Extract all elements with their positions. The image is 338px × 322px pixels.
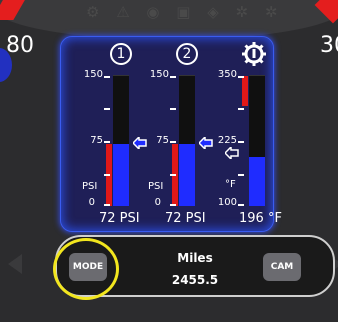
speed-scale-left: 80 <box>6 33 34 58</box>
gauge-1-tick-0: 0 <box>88 197 95 208</box>
temp-tick-mark <box>238 141 244 143</box>
gauge-1-tick-75: 75 <box>90 135 103 146</box>
temp-tick-100: 100 <box>217 197 237 208</box>
gauge-2-tick-mark <box>170 76 176 78</box>
pressure-gauge-2: 2 150 75 PSI 0 72 PSI <box>148 41 219 231</box>
temp-tick-mark <box>238 174 244 176</box>
gauge-2-track <box>172 75 195 206</box>
temp-track <box>242 75 265 206</box>
gauge-1-header-icon: 1 <box>110 43 132 65</box>
gauge-1-unit: PSI <box>82 181 98 192</box>
temp-tick-350: 350 <box>217 69 237 80</box>
gauge-1-readout: 72 PSI <box>99 211 140 226</box>
gauge-1-fill <box>113 143 129 206</box>
temp-tick-mark <box>238 76 244 78</box>
temp-pointer-icon <box>225 147 239 159</box>
gauge-2-header-icon: 2 <box>176 43 198 65</box>
gauge-1-track <box>106 75 129 206</box>
left-arrow-icon <box>8 254 22 274</box>
dashboard-frame: ⚙ ⚠ ◉ ▣ ◈ ✲ ✲ 80 30 1 150 75 PSI 0 72 PS… <box>0 0 338 322</box>
gauge-2-tick-mark <box>170 204 176 206</box>
gauge-1-tick-150: 150 <box>83 69 103 80</box>
gauge-panel: 1 150 75 PSI 0 72 PSI 2 150 75 PSI 0 72 … <box>60 36 282 232</box>
gauge-2-pointer-icon <box>199 137 213 149</box>
pressure-gauge-1: 1 150 75 PSI 0 72 PSI <box>82 41 153 231</box>
gauge-1-tick-mark <box>104 174 110 176</box>
speed-scale-right: 30 <box>320 33 338 58</box>
warning-icons-row: ⚙ ⚠ ◉ ▣ ◈ ✲ ✲ <box>86 3 284 21</box>
gauge-2-tick-0: 0 <box>154 197 161 208</box>
coolant-temp-icon <box>242 42 266 66</box>
gauge-2-tick-mark <box>170 174 176 176</box>
gauge-1-tick-mark <box>104 204 110 206</box>
temp-tick-225: 225 <box>217 135 237 146</box>
gauge-2-tick-75: 75 <box>156 135 169 146</box>
gauge-1-tick-mark <box>104 141 110 143</box>
gauge-1-tick-mark <box>104 76 110 78</box>
gauge-2-tick-mark <box>170 141 176 143</box>
gauge-2-readout: 72 PSI <box>165 211 206 226</box>
gauge-2-tick-150: 150 <box>149 69 169 80</box>
temp-tick-mark <box>238 108 244 110</box>
temp-fill <box>249 156 265 206</box>
cam-button[interactable]: CAM <box>263 253 301 281</box>
gauge-1-pointer-icon <box>133 137 147 149</box>
temp-readout: 196 °F <box>239 211 282 226</box>
temp-tick-mark <box>238 204 244 206</box>
gauge-2-fill <box>179 143 195 206</box>
temperature-gauge: 350 225 °F 100 196 °F <box>215 41 282 231</box>
temp-unit: °F <box>225 179 236 190</box>
gauge-2-tick-mark <box>170 108 176 110</box>
mode-highlight-ring <box>53 238 119 300</box>
temp-red-zone <box>242 76 248 106</box>
gauge-2-unit: PSI <box>148 181 164 192</box>
gauge-1-tick-mark <box>104 108 110 110</box>
